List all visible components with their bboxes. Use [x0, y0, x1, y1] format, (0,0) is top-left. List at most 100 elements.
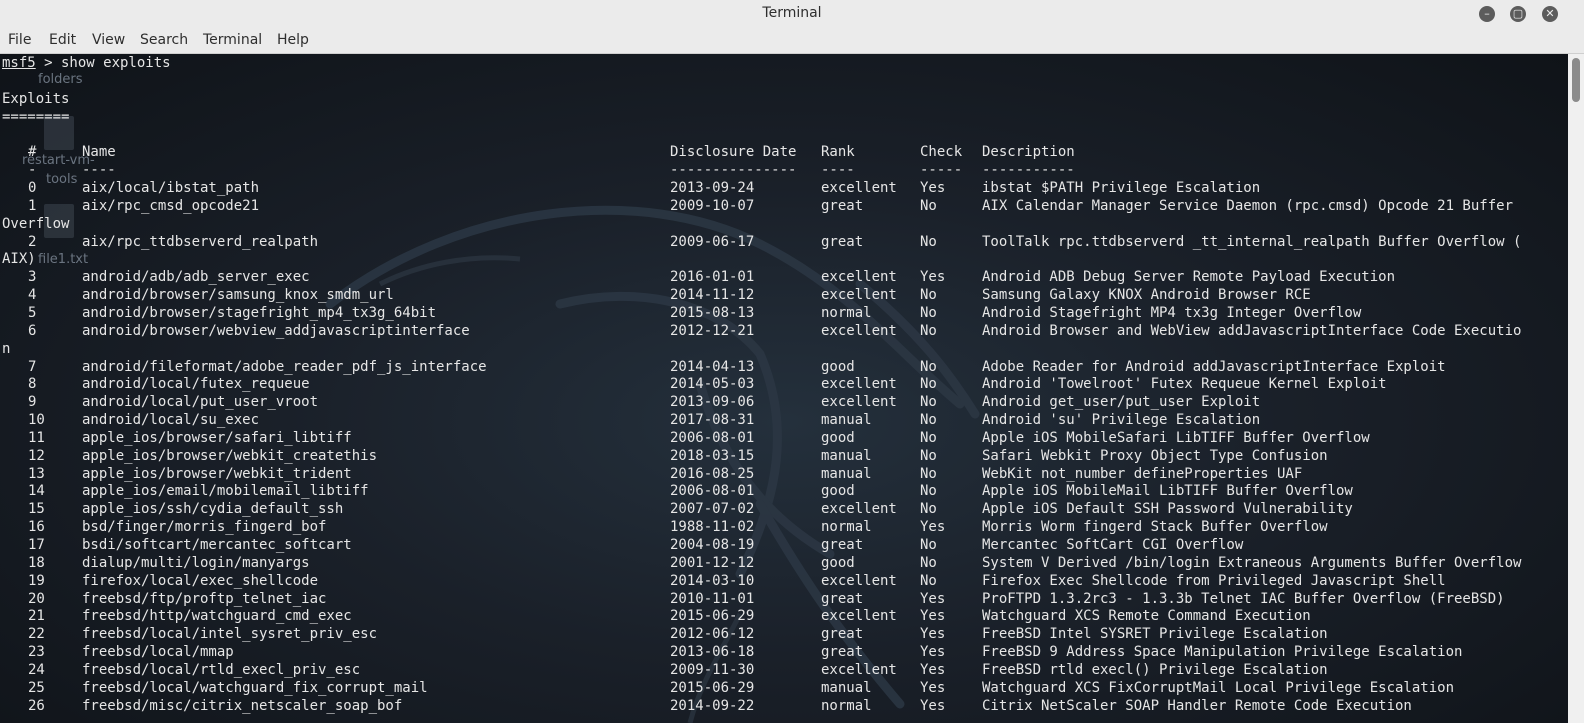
cell-num: 3 — [28, 269, 37, 286]
title-bar[interactable]: Terminal – ▢ ✕ — [0, 0, 1584, 28]
cell-num: 15 — [28, 501, 45, 518]
cell-name: android/local/put_user_vroot — [82, 394, 319, 411]
cell-desc: AIX Calendar Manager Service Daemon (rpc… — [982, 197, 1514, 214]
table-row: 12 apple_ios/browser/webkit_createthis 201… — [2, 447, 1562, 465]
cell-date: 2006-08-01 — [670, 483, 755, 500]
cell-desc: WebKit not_number defineProperties UAF — [982, 465, 1303, 482]
cell-num: 6 — [28, 322, 37, 339]
cell-check: No — [920, 412, 937, 429]
cell-name: android/browser/stagefright_mp4_tx3g_64b… — [82, 304, 437, 321]
cell-name: android/local/futex_requeue — [82, 376, 310, 393]
cell-rank: excellent — [821, 322, 897, 339]
msf-prompt: msf5 — [2, 55, 36, 71]
cell-desc: Firefox Exec Shellcode from Privileged J… — [982, 572, 1446, 589]
cell-rank: excellent — [821, 501, 897, 518]
header-rank: Rank — [821, 144, 855, 160]
table-row: 19 firefox/local/exec_shellcode 2014-03-10… — [2, 572, 1562, 590]
cell-name: android/browser/webview_addjavascriptint… — [82, 322, 470, 339]
scrollbar-thumb[interactable] — [1572, 58, 1580, 102]
cell-rank: excellent — [821, 661, 897, 678]
cell-name: firefox/local/exec_shellcode — [82, 572, 319, 589]
cell-num: 2 — [28, 233, 37, 250]
menu-view[interactable]: View — [92, 32, 125, 48]
cell-rank: manual — [821, 447, 872, 464]
menu-search[interactable]: Search — [140, 32, 188, 48]
cell-desc: Watchguard XCS FixCorruptMail Local Priv… — [982, 679, 1455, 696]
cell-check: Yes — [920, 644, 946, 661]
cell-desc: Morris Worm fingerd Stack Buffer Overflo… — [982, 519, 1328, 536]
minimize-icon[interactable]: – — [1479, 6, 1495, 22]
menu-help[interactable]: Help — [277, 32, 309, 48]
section-rule: ======== — [2, 109, 70, 125]
cell-name: android/local/su_exec — [82, 412, 260, 429]
cell-date: 2016-01-01 — [670, 269, 755, 286]
cell-rank: normal — [821, 697, 872, 714]
cell-rank: great — [821, 197, 864, 214]
close-icon[interactable]: ✕ — [1542, 6, 1558, 22]
cell-num: 5 — [28, 304, 37, 321]
cell-check: No — [920, 304, 937, 321]
cell-date: 2015-08-13 — [670, 304, 755, 321]
scrollbar[interactable] — [1568, 54, 1584, 723]
cell-check: Yes — [920, 590, 946, 607]
cell-rank: great — [821, 537, 864, 553]
cell-name: freebsd/misc/citrix_netscaler_soap_bof — [82, 697, 403, 714]
cell-num: 11 — [28, 429, 45, 446]
cell-check: Yes — [920, 180, 946, 196]
cell-desc: Android 'su' Privilege Escalation — [982, 412, 1261, 429]
cell-rank: excellent — [821, 287, 897, 304]
cell-rank: excellent — [821, 180, 897, 196]
wrapped-text: n — [2, 340, 11, 357]
table-row: 8 android/local/futex_requeue 2014-05-03 ex… — [2, 375, 1562, 393]
header-num: # — [28, 144, 37, 160]
menu-file[interactable]: File — [8, 32, 31, 48]
table-row: 22 freebsd/local/intel_sysret_priv_esc 201… — [2, 625, 1562, 643]
table-row: 3 android/adb/adb_server_exec 2016-01-01 ex… — [2, 268, 1562, 286]
window-title: Terminal — [762, 5, 822, 21]
menu-bar: File Edit View Search Terminal Help — [0, 28, 1584, 54]
cell-name: aix/rpc_ttdbserverd_realpath — [82, 233, 319, 250]
table-row: 25 freebsd/local/watchguard_fix_corrupt_m… — [2, 679, 1562, 697]
terminal-output[interactable]: folders restart-vm- tools file1.txt msf5… — [0, 54, 1568, 723]
cell-name: bsdi/softcart/mercantec_softcart — [82, 537, 352, 553]
menu-edit[interactable]: Edit — [49, 32, 76, 48]
header-check: Check — [920, 144, 963, 160]
cell-date: 2014-05-03 — [670, 376, 755, 393]
cell-date: 2017-08-31 — [670, 412, 755, 429]
menu-terminal[interactable]: Terminal — [203, 32, 262, 48]
terminal-window: Terminal – ▢ ✕ File Edit View Search Ter… — [0, 0, 1584, 723]
cell-desc: Apple iOS MobileSafari LibTIFF Buffer Ov… — [982, 429, 1370, 446]
cell-date: 2012-06-12 — [670, 626, 755, 643]
maximize-icon[interactable]: ▢ — [1510, 6, 1526, 22]
table-row: 4 android/browser/samsung_knox_smdm_url 20… — [2, 286, 1562, 304]
cell-num: 12 — [28, 447, 45, 464]
rule-name: ---- — [82, 162, 116, 178]
cell-name: freebsd/local/mmap — [82, 644, 234, 661]
cell-name: freebsd/local/intel_sysret_priv_esc — [82, 626, 378, 643]
cell-rank: great — [821, 626, 864, 643]
cell-name: freebsd/http/watchguard_cmd_exec — [82, 608, 352, 625]
cell-check: Yes — [920, 608, 946, 625]
cell-num: 4 — [28, 287, 37, 304]
cell-desc: Safari Webkit Proxy Object Type Confusio… — [982, 447, 1328, 464]
cell-check: No — [920, 376, 937, 393]
cell-date: 2009-11-30 — [670, 661, 755, 678]
table-row: 21 freebsd/http/watchguard_cmd_exec 2015-0… — [2, 607, 1562, 625]
table-row: 15 apple_ios/ssh/cydia_default_ssh 2007-07… — [2, 500, 1562, 518]
cell-date: 2014-09-22 — [670, 697, 755, 714]
cell-num: 9 — [28, 394, 37, 411]
cell-num: 24 — [28, 661, 45, 678]
table-row: 24 freebsd/local/rtld_execl_priv_esc 2009-… — [2, 661, 1562, 679]
cell-name: freebsd/local/rtld_execl_priv_esc — [82, 661, 361, 678]
cell-check: No — [920, 197, 937, 214]
cell-desc: Android 'Towelroot' Futex Requeue Kernel… — [982, 376, 1387, 393]
cell-desc: Android get_user/put_user Exploit — [982, 394, 1261, 411]
cell-check: Yes — [920, 697, 946, 714]
cell-num: 7 — [28, 358, 37, 375]
table-row: 5 android/browser/stagefright_mp4_tx3g_64… — [2, 304, 1562, 322]
table-row: 20 freebsd/ftp/proftp_telnet_iac 2010-11-0… — [2, 590, 1562, 608]
cell-desc: FreeBSD rtld execl() Privilege Escalatio… — [982, 661, 1328, 678]
cell-name: aix/rpc_cmsd_opcode21 — [82, 197, 260, 214]
table-row: 7 android/fileformat/adobe_reader_pdf_js_… — [2, 358, 1562, 376]
rule-date: --------------- — [670, 162, 797, 178]
